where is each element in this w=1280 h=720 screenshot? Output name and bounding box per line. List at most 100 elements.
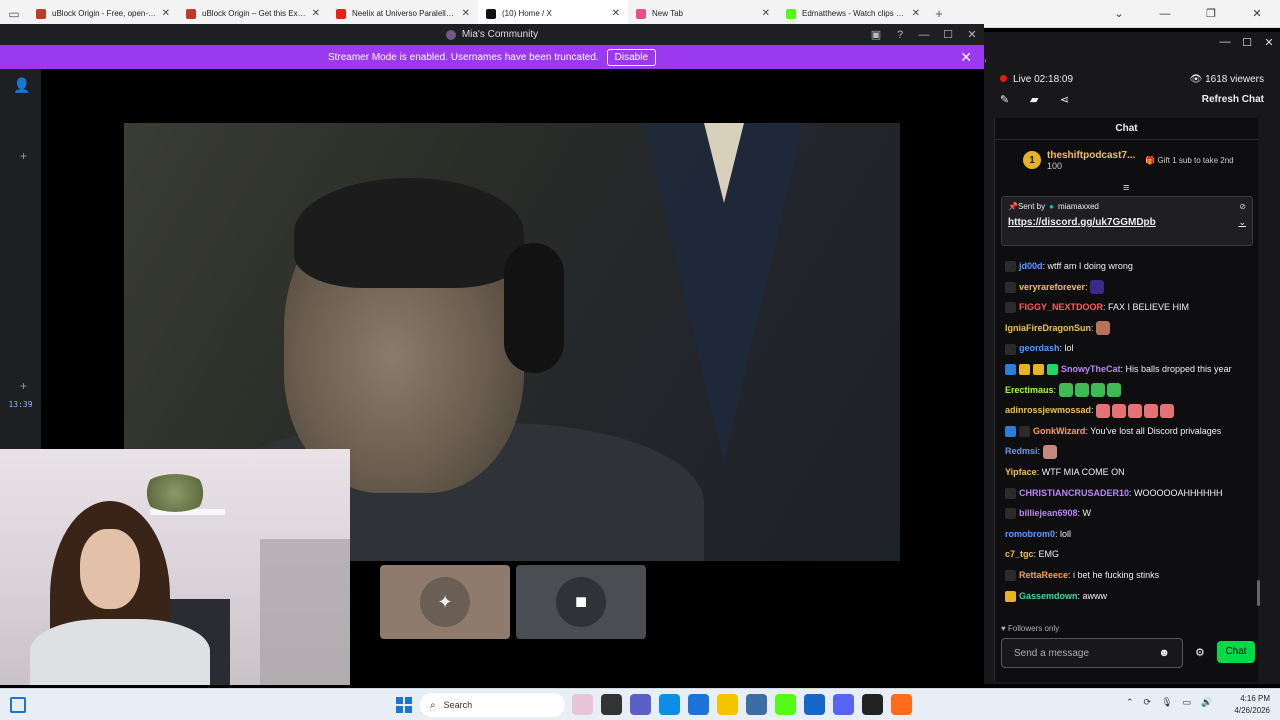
app-icon[interactable] xyxy=(746,694,767,715)
start-icon[interactable] xyxy=(396,697,412,713)
pinned-apps xyxy=(572,694,912,715)
chat-username[interactable]: Redmsi xyxy=(1005,446,1038,456)
chat-username[interactable]: geordash xyxy=(1019,343,1060,353)
clock[interactable]: 4:16 PM 4/26/2026 xyxy=(1226,693,1270,717)
hide-icon[interactable]: ⊘ xyxy=(1239,202,1246,211)
close-icon[interactable]: ✕ xyxy=(762,8,770,19)
clip-icon[interactable]: ▰ xyxy=(1030,93,1060,106)
app-icon[interactable] xyxy=(862,694,883,715)
favicon-icon xyxy=(36,8,46,19)
chat-username[interactable]: FIGGY_NEXTDOOR xyxy=(1019,302,1103,312)
mod-badge-icon: ● xyxy=(1049,202,1054,211)
add-icon[interactable]: + xyxy=(20,149,27,163)
chat-username[interactable]: adinrossjewmossad xyxy=(1005,405,1091,415)
minimize-button[interactable]: — xyxy=(1142,0,1188,28)
taskbar-search[interactable]: ⌕ Search xyxy=(420,693,565,717)
chat-scrollbar[interactable] xyxy=(1257,580,1260,606)
chat-username[interactable]: billiejean6908 xyxy=(1019,508,1078,518)
close-icon[interactable]: ✕ xyxy=(162,8,170,19)
teams-icon[interactable] xyxy=(630,694,651,715)
pin-icon: 📌 xyxy=(1008,202,1018,211)
chat-message: c7_tgc: EMG xyxy=(995,544,1257,565)
disable-button[interactable]: Disable xyxy=(606,48,657,66)
chat-username[interactable]: RettaReece xyxy=(1019,570,1068,580)
task-view-icon[interactable] xyxy=(601,694,622,715)
microphone-icon[interactable]: 🎙 xyxy=(1161,697,1172,708)
chat-text: : loll xyxy=(1055,528,1072,539)
chat-username[interactable]: jd00d xyxy=(1019,261,1043,271)
gift-cta[interactable]: 🎁 Gift 1 sub to take 2nd xyxy=(1145,156,1233,165)
chat-message: IgniaFireDragonSun: xyxy=(995,318,1257,339)
chat-username[interactable]: Yipface xyxy=(1005,467,1037,477)
emote-icon xyxy=(1058,383,1073,398)
close-icon[interactable]: ✕ xyxy=(462,8,470,19)
edge-icon[interactable] xyxy=(659,694,680,715)
chat-username[interactable]: IgniaFireDragonSun xyxy=(1005,323,1091,333)
chat-username[interactable]: SnowyTheCat xyxy=(1061,364,1121,374)
firefox-icon[interactable] xyxy=(891,694,912,715)
send-chat-button[interactable]: Chat xyxy=(1217,641,1255,663)
widgets-icon[interactable] xyxy=(10,697,26,713)
tab-search-icon[interactable]: ⌄ xyxy=(1096,0,1142,28)
maximize-button[interactable]: ❐ xyxy=(1188,0,1234,28)
ea-icon[interactable] xyxy=(804,694,825,715)
add-icon[interactable]: + xyxy=(20,379,27,393)
pinned-link[interactable]: https://discord.gg/uk7GGMDpb xyxy=(1008,217,1156,228)
sync-icon[interactable]: ⟳ xyxy=(1144,697,1152,708)
desktop: ▭ uBlock Origin - Free, open-sour ✕ uBlock… xyxy=(0,0,1280,720)
plant xyxy=(140,474,210,512)
participant-tiles: ✦ ■ xyxy=(380,565,646,639)
add-user-icon[interactable]: 👤 xyxy=(13,77,30,94)
volume-icon[interactable]: 🔊 xyxy=(1201,697,1212,708)
chat-username[interactable]: Gassemdown xyxy=(1019,591,1078,601)
chat-message: CHRISTIANCRUSADER10: WOOOOOAHHHHHH xyxy=(995,483,1257,504)
live-duration: Live 02:18:09 xyxy=(1013,74,1074,85)
maximize-button[interactable]: ☐ xyxy=(936,28,960,41)
participant-tile[interactable]: ✦ xyxy=(380,565,510,639)
share-icon[interactable]: ⋖ xyxy=(1060,93,1090,106)
chevron-right-icon[interactable]: › xyxy=(984,56,987,65)
discord-icon[interactable] xyxy=(833,694,854,715)
chat-username[interactable]: c7_tgc xyxy=(1005,549,1034,559)
close-button[interactable]: ✕ xyxy=(1258,36,1280,49)
chat-message: adinrossjewmossad: xyxy=(995,400,1257,421)
file-explorer-icon[interactable] xyxy=(717,694,738,715)
pencil-icon[interactable]: ✎ xyxy=(1000,93,1030,106)
gift-leaderboard[interactable]: 1 theshiftpodcast7... 100 🎁 Gift 1 sub t… xyxy=(995,140,1258,180)
chat-input[interactable]: Send a message ☻ xyxy=(1001,638,1183,668)
chat-username[interactable]: Erectimaus xyxy=(1005,385,1054,395)
display-icon[interactable]: ▭ xyxy=(1183,697,1192,708)
left-rail: 👤 + + 13:39 xyxy=(0,69,41,449)
close-icon[interactable]: ✕ xyxy=(960,49,972,66)
refresh-chat-button[interactable]: Refresh Chat xyxy=(1202,94,1264,105)
minimize-button[interactable]: — xyxy=(1214,36,1236,48)
chat-message: romobrom0: loll xyxy=(995,524,1257,545)
chat-message: veryrareforever: xyxy=(995,277,1257,298)
stream-status: Live 02:18:09 👁 1618 viewers xyxy=(1000,74,1264,85)
app-icon[interactable] xyxy=(572,694,593,715)
maximize-button[interactable]: ☐ xyxy=(1236,36,1258,49)
close-icon[interactable]: ✕ xyxy=(912,8,920,19)
chat-username[interactable]: CHRISTIANCRUSADER10 xyxy=(1019,488,1129,498)
chat-username[interactable]: romobrom0 xyxy=(1005,529,1055,539)
badge-icon xyxy=(1033,364,1044,376)
help-icon[interactable]: ? xyxy=(888,29,912,41)
inbox-icon[interactable]: ▣ xyxy=(864,28,888,41)
gear-icon[interactable]: ⚙ xyxy=(1195,646,1205,659)
chat-username[interactable]: veryrareforever xyxy=(1019,282,1085,292)
store-icon[interactable] xyxy=(688,694,709,715)
close-button[interactable]: ✕ xyxy=(960,28,984,41)
badge-icon xyxy=(1005,281,1016,293)
participant-tile[interactable]: ■ xyxy=(516,565,646,639)
chat-username[interactable]: GonkWizard xyxy=(1033,426,1085,436)
emoji-icon[interactable]: ☻ xyxy=(1158,647,1170,659)
chevron-down-icon[interactable]: ⌄ xyxy=(1238,217,1246,228)
new-tab-button[interactable]: + xyxy=(928,6,950,21)
collapse-icon[interactable]: ≡ xyxy=(1123,182,1129,194)
close-icon[interactable]: ✕ xyxy=(612,8,620,19)
minimize-button[interactable]: — xyxy=(912,29,936,41)
close-button[interactable]: ✕ xyxy=(1234,0,1280,28)
close-icon[interactable]: ✕ xyxy=(312,8,320,19)
kick-icon[interactable] xyxy=(775,694,796,715)
chevron-up-icon[interactable]: ⌃ xyxy=(1126,697,1134,708)
